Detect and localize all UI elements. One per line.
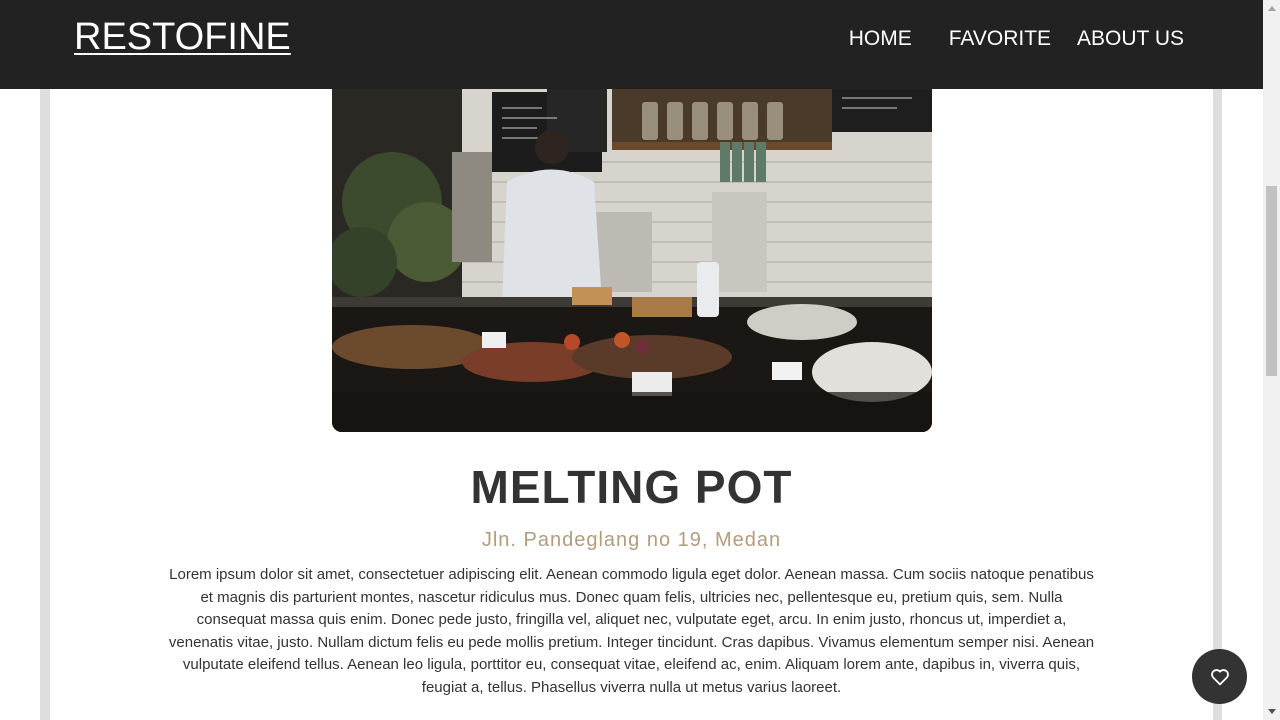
nav-favorite-link[interactable]: FAVORITE [936,27,1064,51]
restaurant-description: Lorem ipsum dolor sit amet, consectetuer… [168,566,1095,696]
app-header: RESTOFINE HOME FAVORITE ABOUT US [0,0,1263,89]
restaurant-image [332,72,932,432]
vertical-scrollbar[interactable] [1263,0,1280,720]
content-frame-right [1213,0,1222,720]
page: RESTOFINE HOME FAVORITE ABOUT US MELTING… [0,0,1280,720]
scroll-up-arrow-icon[interactable] [1263,0,1280,17]
nav-home-link[interactable]: HOME [836,27,936,51]
brand-logo-link[interactable]: RESTOFINE [74,16,291,59]
scroll-down-arrow-icon[interactable] [1263,703,1280,720]
nav-about-link[interactable]: ABOUT US [1064,27,1197,51]
heart-outline-icon [1210,668,1230,686]
content-frame-left [40,0,50,720]
restaurant-name: MELTING POT [470,461,793,513]
main-nav: HOME FAVORITE ABOUT US [836,27,1197,51]
restaurant-address: Jln. Pandeglang no 19, Medan [481,529,782,551]
scrollbar-thumb[interactable] [1266,186,1277,376]
favorite-button[interactable] [1192,649,1247,704]
